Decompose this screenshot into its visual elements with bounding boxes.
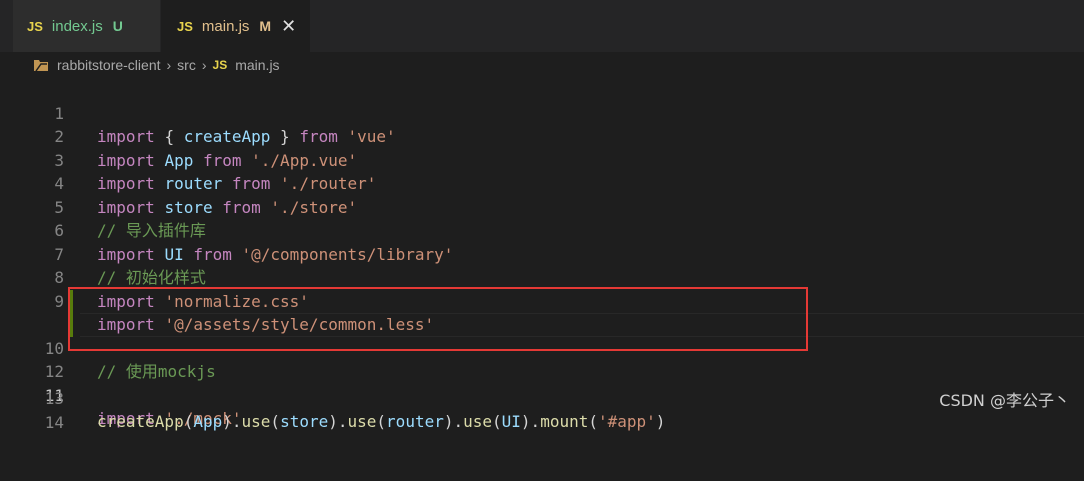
breadcrumb-folder[interactable]: src	[177, 57, 196, 73]
code-line: 9 import '@/assets/style/common.less'	[0, 266, 1084, 335]
code-line: 1 import { createApp } from 'vue'	[0, 78, 1084, 147]
chevron-right-icon: ›	[166, 57, 172, 73]
tab-main-js[interactable]: JS main.js M ✕	[161, 0, 310, 52]
chevron-right-icon: ›	[201, 57, 207, 73]
code-line: 8 import 'normalize.css'	[0, 243, 1084, 311]
tab-index-js[interactable]: JS index.js U	[13, 0, 160, 52]
untracked-badge: U	[112, 18, 123, 34]
modified-badge: M	[259, 18, 272, 34]
code-line: 6 import UI from '@/components/library'	[0, 196, 1084, 264]
breadcrumb: rabbitstore-client › src › JS main.js	[0, 52, 1084, 78]
js-file-icon: JS	[27, 18, 43, 34]
code-line: 7 // 初始化样式	[0, 219, 1084, 288]
tab-label: main.js	[201, 17, 250, 35]
js-file-icon: JS	[177, 18, 193, 34]
js-file-icon: JS	[212, 58, 228, 72]
line-number: 14	[44, 412, 64, 432]
code-line: 3 import router from './router'	[0, 125, 1084, 194]
code-line: 5 // 导入插件库	[0, 172, 1084, 241]
code-line: 2 import App from './App.vue'	[0, 102, 1084, 170]
watermark: CSDN @李公子丶	[939, 391, 1070, 410]
tab-bar: JS index.js U JS main.js M ✕	[0, 0, 1084, 52]
breadcrumb-project[interactable]: rabbitstore-client	[57, 57, 161, 73]
close-icon[interactable]: ✕	[281, 17, 296, 35]
annotation-highlight-box	[68, 287, 808, 351]
code-line: 13 createApp(App).use(store).use(router)…	[0, 363, 1084, 432]
tab-label: index.js	[51, 17, 103, 35]
breadcrumb-file[interactable]: main.js	[235, 57, 279, 73]
code-editor[interactable]: 1 import { createApp } from 'vue' 2 impo…	[0, 78, 1084, 432]
code-line: 4 import store from './store'	[0, 149, 1084, 217]
code-line: 14	[0, 387, 1084, 432]
folder-icon	[34, 60, 48, 72]
